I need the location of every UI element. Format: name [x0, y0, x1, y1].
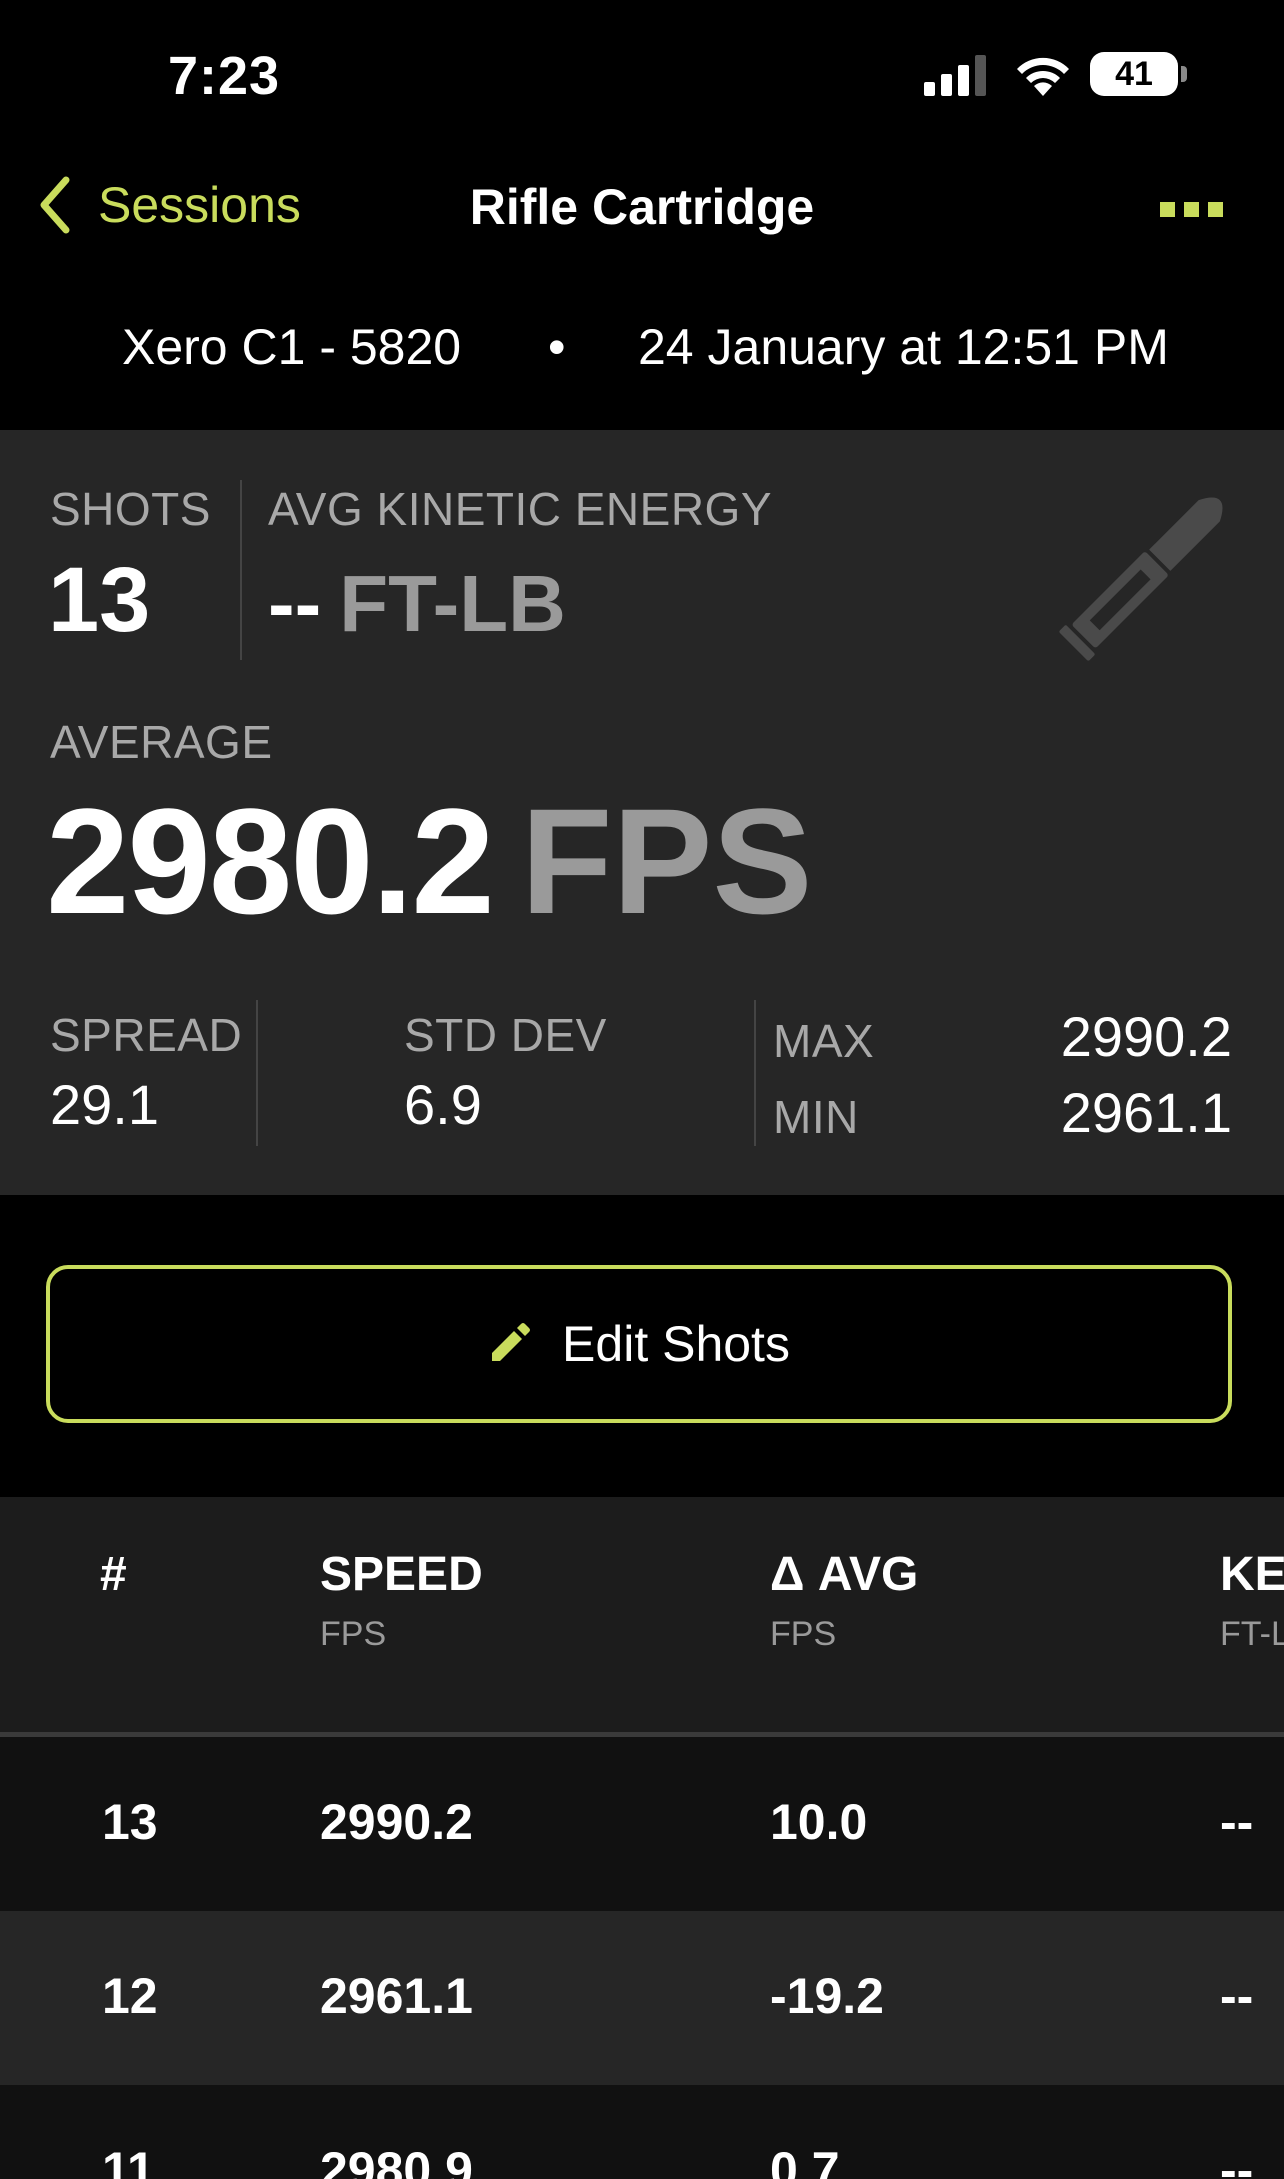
column-header-ke: KE [1220, 1548, 1284, 1601]
meta-separator: • [548, 319, 566, 375]
table-row[interactable]: 11 2980.9 0.7 -- [0, 2085, 1284, 2179]
shot-delta-avg: 0.7 [770, 2142, 840, 2179]
summary-panel: SHOTS 13 AVG KINETIC ENERGY -- FT-LB AVER… [0, 430, 1284, 1195]
std-dev-label: STD DEV [404, 1009, 607, 1061]
average-number: 2980.2 [46, 777, 495, 945]
kinetic-energy-value: -- FT-LB [268, 558, 566, 650]
column-header-speed: SPEED [320, 1548, 483, 1601]
rifle-cartridge-icon [1059, 497, 1223, 661]
kinetic-energy-unit: FT-LB [339, 559, 566, 648]
min-label: MIN [773, 1091, 859, 1143]
divider [754, 1000, 756, 1146]
session-meta: Xero C1 - 5820 • 24 January at 12:51 PM [0, 318, 1284, 388]
column-unit-speed: FPS [320, 1615, 387, 1653]
battery-icon: 41 [1090, 52, 1190, 98]
column-unit-delta-avg: FPS [770, 1615, 837, 1653]
shot-speed: 2990.2 [320, 1794, 473, 1850]
status-bar: 7:23 41 [0, 0, 1284, 150]
cellular-signal-icon [924, 55, 986, 96]
average-label: AVERAGE [50, 716, 273, 768]
page-title: Rifle Cartridge [469, 179, 815, 235]
shot-ke: -- [1220, 2142, 1254, 2179]
kinetic-energy-label: AVG KINETIC ENERGY [268, 483, 773, 535]
column-unit-ke: FT-LB [1220, 1615, 1284, 1653]
divider [240, 480, 242, 660]
shot-speed: 2961.1 [320, 1968, 473, 2024]
shot-number: 11 [102, 2142, 155, 2179]
edit-shots-label: Edit Shots [562, 1316, 790, 1372]
pencil-icon [492, 1323, 531, 1361]
wifi-icon [1017, 57, 1069, 96]
shot-ke: -- [1220, 1968, 1254, 2024]
shot-ke: -- [1220, 1794, 1254, 1850]
column-header-delta-avg: Δ AVG [770, 1548, 919, 1601]
shot-number: 13 [102, 1794, 158, 1850]
average-unit: FPS [520, 777, 813, 945]
average-value: 2980.2 FPS [46, 775, 813, 948]
min-value: 2961.1 [1060, 1081, 1232, 1144]
shots-value: 13 [48, 549, 151, 651]
edit-shots-button[interactable]: Edit Shots [46, 1265, 1232, 1423]
table-row[interactable]: 12 2961.1 -19.2 -- [0, 1911, 1284, 2085]
shot-number: 12 [102, 1968, 158, 2024]
navigation-bar: Sessions Rifle Cartridge [0, 150, 1284, 270]
spread-label: SPREAD [50, 1009, 243, 1061]
shots-label: SHOTS [50, 483, 211, 535]
device-name: Xero C1 - 5820 [122, 319, 462, 375]
kinetic-energy-number: -- [268, 559, 322, 648]
std-dev-value: 6.9 [404, 1073, 482, 1136]
shot-speed: 2980.9 [320, 2142, 473, 2179]
spread-value: 29.1 [50, 1073, 159, 1136]
shots-table-header: # SPEED FPS Δ AVG FPS KE FT-LB [0, 1497, 1284, 1732]
status-time: 7:23 [168, 46, 281, 106]
battery-level: 41 [1090, 52, 1178, 96]
shot-delta-avg: -19.2 [770, 1968, 884, 2024]
session-date: 24 January at 12:51 PM [638, 319, 1169, 375]
shot-delta-avg: 10.0 [770, 1794, 868, 1850]
shots-table-body: 13 2990.2 10.0 -- 12 2961.1 -19.2 -- 11 … [0, 1737, 1284, 2179]
divider [256, 1000, 258, 1146]
max-value: 2990.2 [1060, 1005, 1232, 1068]
column-header-number: # [100, 1548, 127, 1601]
max-label: MAX [773, 1015, 875, 1067]
more-options-icon[interactable] [1160, 202, 1223, 217]
table-row[interactable]: 13 2990.2 10.0 -- [0, 1737, 1284, 1911]
